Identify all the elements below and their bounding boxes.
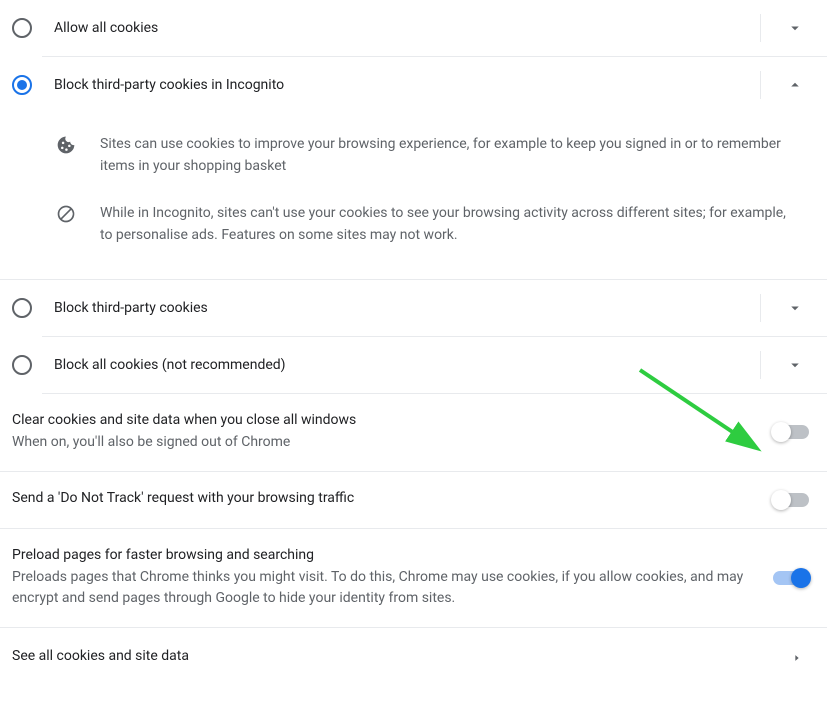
radio-unselected-icon: [12, 298, 32, 318]
cookie-option-block-third-incognito[interactable]: Block third-party cookies in Incognito: [42, 56, 827, 113]
chevron-down-icon[interactable]: [783, 353, 807, 377]
chevron-down-icon[interactable]: [783, 296, 807, 320]
option-label: Block third-party cookies: [54, 300, 748, 316]
radio-selected-icon: [12, 75, 32, 95]
setting-text: Clear cookies and site data when you clo…: [12, 412, 773, 453]
setting-clear-cookies[interactable]: Clear cookies and site data when you clo…: [0, 394, 827, 472]
setting-text: See all cookies and site data: [12, 648, 785, 668]
divider: [760, 294, 761, 322]
divider: [760, 71, 761, 99]
cookie-option-block-all[interactable]: Block all cookies (not recommended): [42, 337, 827, 394]
setting-title: Clear cookies and site data when you clo…: [12, 412, 753, 428]
cookie-option-allow-all[interactable]: Allow all cookies: [0, 0, 827, 56]
detail-text: While in Incognito, sites can't use your…: [100, 202, 807, 247]
setting-subtitle: Preloads pages that Chrome thinks you mi…: [12, 567, 753, 609]
toggle-on[interactable]: [773, 571, 809, 585]
incognito-details: Sites can use cookies to improve your br…: [0, 113, 827, 280]
detail-text: Sites can use cookies to improve your br…: [100, 133, 807, 178]
chevron-up-icon[interactable]: [783, 73, 807, 97]
radio-unselected-icon: [12, 18, 32, 38]
chevron-down-icon[interactable]: [783, 16, 807, 40]
option-label: Block third-party cookies in Incognito: [54, 77, 748, 93]
cookie-option-block-third[interactable]: Block third-party cookies: [42, 280, 827, 337]
setting-text: Preload pages for faster browsing and se…: [12, 547, 773, 609]
radio-unselected-icon: [12, 355, 32, 375]
cookie-icon: [56, 135, 76, 155]
setting-do-not-track[interactable]: Send a 'Do Not Track' request with your …: [0, 472, 827, 529]
toggle-off[interactable]: [773, 425, 809, 439]
setting-title: See all cookies and site data: [12, 648, 765, 664]
divider: [760, 14, 761, 42]
option-label: Block all cookies (not recommended): [54, 357, 748, 373]
arrow-right-icon: [785, 646, 809, 670]
option-label: Allow all cookies: [54, 20, 748, 36]
setting-title: Preload pages for faster browsing and se…: [12, 547, 753, 563]
setting-title: Send a 'Do Not Track' request with your …: [12, 490, 753, 506]
setting-preload-pages[interactable]: Preload pages for faster browsing and se…: [0, 529, 827, 628]
toggle-off[interactable]: [773, 493, 809, 507]
block-icon: [56, 204, 76, 224]
setting-text: Send a 'Do Not Track' request with your …: [12, 490, 773, 510]
setting-subtitle: When on, you'll also be signed out of Ch…: [12, 432, 753, 453]
see-all-cookies-link[interactable]: See all cookies and site data: [0, 628, 827, 688]
divider: [760, 351, 761, 379]
detail-incognito-info: While in Incognito, sites can't use your…: [56, 190, 807, 259]
detail-cookies-info: Sites can use cookies to improve your br…: [56, 121, 807, 190]
